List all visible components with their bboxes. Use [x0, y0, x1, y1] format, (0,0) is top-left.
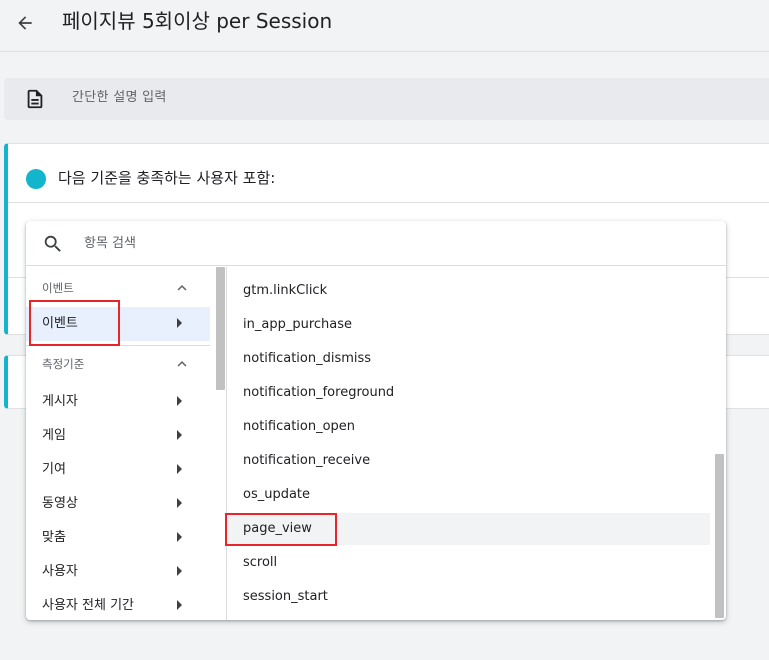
condition-dot-icon	[26, 169, 46, 189]
category-item-attribution[interactable]: 기여	[26, 453, 210, 487]
event-item[interactable]: notification_open	[227, 411, 710, 443]
event-scrollbar[interactable]	[715, 454, 724, 618]
event-item-label: session_start	[243, 589, 328, 604]
event-item[interactable]: notification_receive	[227, 445, 710, 477]
group-label: 측정기준	[42, 357, 85, 371]
category-item-publisher[interactable]: 게시자	[26, 385, 210, 419]
event-item[interactable]: scroll	[227, 547, 710, 579]
event-item-label: in_app_purchase	[243, 317, 352, 332]
caret-right-icon	[177, 464, 182, 474]
caret-right-icon	[177, 318, 182, 328]
event-item[interactable]: gtm.linkClick	[227, 275, 710, 307]
event-item-label: scroll	[243, 555, 278, 570]
search-row	[26, 221, 726, 266]
description-field[interactable]: 간단한 설명 입력	[4, 78, 769, 120]
caret-right-icon	[177, 396, 182, 406]
category-item-custom[interactable]: 맞춤	[26, 521, 210, 555]
category-item-label: 게시자	[42, 394, 78, 409]
event-list: gtm.linkClick in_app_purchase notificati…	[227, 267, 726, 620]
category-item-user-lifetime[interactable]: 사용자 전체 기간	[26, 589, 210, 620]
search-input[interactable]	[84, 229, 684, 257]
category-item-event[interactable]: 이벤트	[26, 307, 210, 341]
event-item-label: notification_dismiss	[243, 351, 372, 366]
category-item-label: 맞춤	[42, 530, 66, 545]
caret-right-icon	[177, 430, 182, 440]
caret-right-icon	[177, 532, 182, 542]
search-icon	[44, 235, 61, 252]
event-item-label: page_view	[243, 521, 312, 536]
back-button[interactable]	[10, 8, 40, 38]
group-header-dimensions[interactable]: 측정기준	[26, 347, 210, 381]
category-item-label: 이벤트	[42, 316, 78, 331]
chevron-up-icon[interactable]	[173, 279, 191, 297]
category-item-label: 기여	[42, 462, 66, 477]
event-item-label: notification_foreground	[243, 385, 395, 400]
description-input[interactable]: 간단한 설명 입력	[72, 87, 167, 109]
caret-right-icon	[177, 566, 182, 576]
category-item-label: 사용자	[42, 564, 78, 579]
event-item[interactable]: notification_foreground	[227, 377, 710, 409]
category-item-user[interactable]: 사용자	[26, 555, 210, 589]
category-item-label: 동영상	[42, 496, 78, 511]
category-item-label: 사용자 전체 기간	[42, 598, 134, 613]
document-icon	[27, 89, 43, 109]
event-item-label: gtm.linkClick	[243, 283, 328, 298]
caret-right-icon	[177, 600, 182, 610]
condition-heading: 다음 기준을 충족하는 사용자 포함:	[58, 169, 276, 187]
divider	[26, 345, 210, 346]
group-header-events[interactable]: 이벤트	[26, 271, 210, 305]
category-item-label: 게임	[42, 428, 66, 443]
event-item[interactable]: session_start	[227, 581, 710, 613]
dimension-picker-dropdown: 이벤트 이벤트 측정기준 게시자 게임 기여	[26, 221, 726, 620]
category-item-game[interactable]: 게임	[26, 419, 210, 453]
page-title: 페이지뷰 5회이상 per Session	[62, 9, 333, 33]
arrow-back-icon	[18, 16, 32, 30]
event-item[interactable]: notification_dismiss	[227, 343, 710, 375]
event-item-label: notification_open	[243, 419, 356, 434]
chevron-up-icon[interactable]	[173, 355, 191, 373]
event-item[interactable]: in_app_purchase	[227, 309, 710, 341]
top-header: 페이지뷰 5회이상 per Session	[0, 0, 769, 52]
category-scrollbar[interactable]	[216, 267, 225, 390]
caret-right-icon	[177, 498, 182, 508]
event-item-label: os_update	[243, 487, 311, 502]
group-label: 이벤트	[42, 281, 74, 295]
event-item-label: notification_receive	[243, 453, 371, 468]
event-item[interactable]: os_update	[227, 479, 710, 511]
divider	[8, 202, 769, 203]
category-list: 이벤트 이벤트 측정기준 게시자 게임 기여 동영상 맞춤 사용자 사용자 전체…	[26, 267, 226, 620]
category-item-video[interactable]: 동영상	[26, 487, 210, 521]
event-item-page-view[interactable]: page_view	[227, 513, 710, 545]
